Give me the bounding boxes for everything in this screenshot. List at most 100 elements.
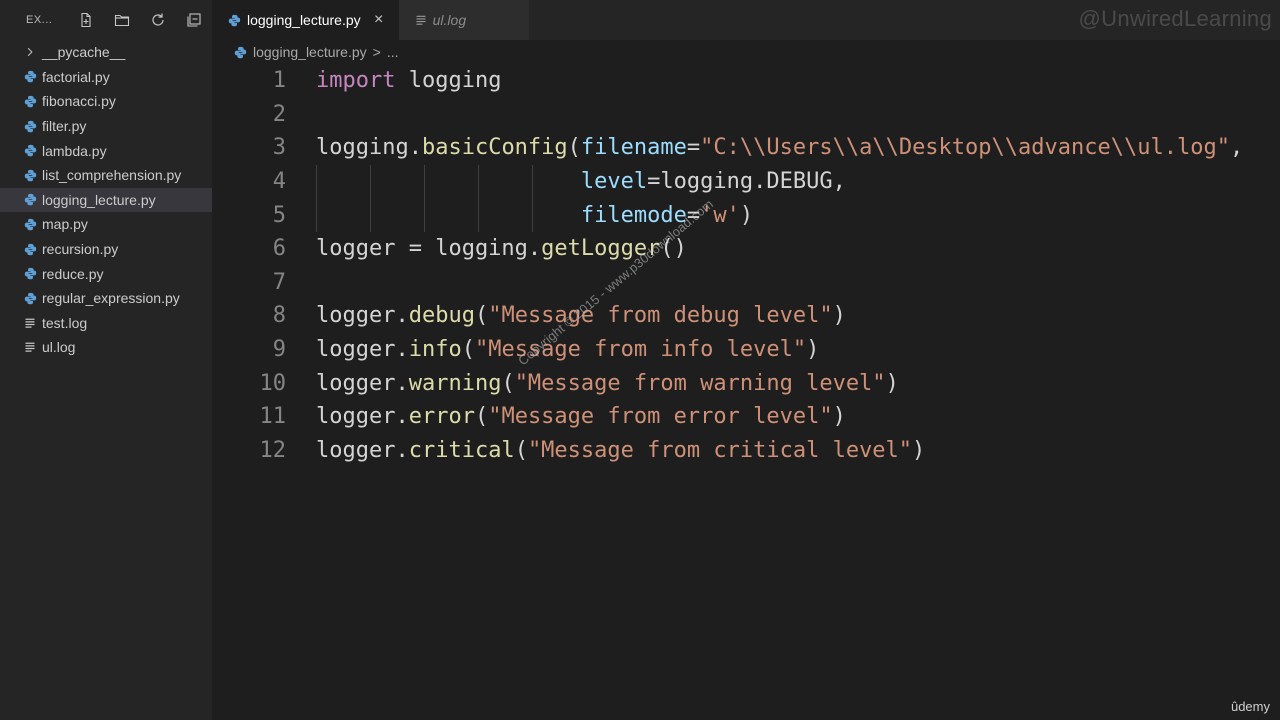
line-number: 6 xyxy=(272,236,286,262)
breadcrumb-separator: > xyxy=(372,44,381,60)
code-token: =logging.DEBUG, xyxy=(647,169,846,195)
code-text: import logging xyxy=(316,68,501,93)
explorer-title: EX... xyxy=(26,14,53,26)
code-token: ( xyxy=(474,404,489,430)
file-tree: __pycache__ factorial.py fibonacci.py filte… xyxy=(0,40,212,360)
code-token: ) xyxy=(885,370,899,396)
line-number: 8 xyxy=(272,303,286,329)
python-file-icon xyxy=(22,94,38,108)
code-token: ) xyxy=(832,303,846,329)
code-line: 10 logger.warning("Message from warning l… xyxy=(212,366,1280,400)
tree-file[interactable]: fibonacci.py xyxy=(0,89,212,114)
line-number: 9 xyxy=(272,337,286,363)
new-file-icon xyxy=(81,12,91,28)
line-number: 4 xyxy=(272,169,286,195)
tree-item-label: regular_expression.py xyxy=(42,290,180,307)
indent-guide xyxy=(370,164,371,199)
code-token: error xyxy=(408,404,475,430)
code-editor[interactable]: 1 import logging 2 3 logging.basicConfig ( fil… xyxy=(212,64,1280,720)
tree-file[interactable]: reduce.py xyxy=(0,261,212,286)
tree-file[interactable]: lambda.py xyxy=(0,138,212,163)
code-token: logger = logging. xyxy=(316,236,542,262)
code-line: 11 logger.error("Message from error level… xyxy=(212,400,1280,434)
code-text: logger.warning("Message from warning lev… xyxy=(316,371,899,396)
explorer-actions xyxy=(68,8,212,32)
code-token: ) xyxy=(832,404,846,430)
code-token: , xyxy=(1229,135,1244,161)
code-token: logger. xyxy=(316,337,409,363)
tab-label: logging_lecture.py xyxy=(247,12,361,28)
indent-guide xyxy=(424,164,425,199)
tree-file[interactable]: list_comprehension.py xyxy=(0,163,212,188)
tree-file[interactable]: factorial.py xyxy=(0,65,212,90)
code-token: basicConfig xyxy=(421,135,568,161)
code-line: 2 xyxy=(212,98,1280,132)
code-token: warning xyxy=(408,370,502,396)
breadcrumb-file[interactable]: logging_lecture.py xyxy=(253,44,367,60)
code-token: info xyxy=(408,337,462,363)
python-file-icon xyxy=(228,14,241,27)
code-line: 6 logger = logging.getLogger() xyxy=(212,232,1280,266)
tree-file[interactable]: regular_expression.py xyxy=(0,286,212,311)
code-text: logger.critical("Message from critical l… xyxy=(316,438,925,463)
tree-file[interactable]: map.py xyxy=(0,212,212,237)
tree-file[interactable]: filter.py xyxy=(0,114,212,139)
tab-logging-lecture[interactable]: logging_lecture.py × xyxy=(212,0,399,40)
tree-file[interactable]: recursion.py xyxy=(0,237,212,262)
tree-item-label: reduce.py xyxy=(42,265,104,282)
indent-guide xyxy=(316,164,317,199)
code-token: ( xyxy=(501,370,515,396)
new-file-button[interactable] xyxy=(68,8,104,32)
code-line: 12 logger.critical("Message from critical… xyxy=(212,434,1280,468)
code-token: ( xyxy=(514,437,528,463)
tree-item-label: lambda.py xyxy=(42,142,107,159)
line-number: 3 xyxy=(272,135,286,161)
code-token: import xyxy=(316,68,396,94)
new-folder-icon xyxy=(114,14,130,27)
code-token: logging xyxy=(395,68,502,94)
tree-item-label: recursion.py xyxy=(42,241,119,258)
code-token: logging. xyxy=(316,135,422,161)
refresh-icon xyxy=(152,13,164,26)
code-line: 1 import logging xyxy=(212,64,1280,98)
tree-file[interactable]: test.log xyxy=(0,311,212,336)
python-file-icon xyxy=(22,119,38,133)
log-file-icon xyxy=(415,14,427,26)
new-folder-button[interactable] xyxy=(104,8,140,32)
tree-file[interactable]: logging_lecture.py xyxy=(0,187,212,213)
tree-folder[interactable]: __pycache__ xyxy=(0,40,212,65)
collapse-all-button[interactable] xyxy=(176,8,212,32)
python-file-icon xyxy=(22,267,38,281)
tree-item-label: map.py xyxy=(42,216,88,233)
code-token: logger. xyxy=(316,370,409,396)
python-file-icon xyxy=(22,144,38,158)
code-token: "Message from critical level" xyxy=(527,437,913,463)
python-file-icon xyxy=(22,168,38,182)
tree-item-label: filter.py xyxy=(42,118,87,135)
breadcrumb-more[interactable]: ... xyxy=(387,44,399,60)
code-token: filemode xyxy=(580,202,687,228)
tree-item-label: __pycache__ xyxy=(42,44,126,61)
python-file-icon xyxy=(234,46,247,59)
tree-file[interactable]: ul.log xyxy=(0,335,212,360)
code-token: "Message from error level" xyxy=(488,404,833,430)
collapse-all-icon xyxy=(187,13,201,27)
tree-item-label: ul.log xyxy=(42,339,76,356)
tab-ul-log[interactable]: ul.log xyxy=(398,0,529,40)
python-file-icon xyxy=(22,291,38,305)
code-token: ( xyxy=(474,303,489,329)
explorer-sidebar: EX... __pycache__ factorial.py fibonacci.p… xyxy=(0,0,212,720)
code-token: logger. xyxy=(316,303,409,329)
code-text: level=logging.DEBUG, xyxy=(316,169,846,194)
tree-item-label: fibonacci.py xyxy=(42,93,116,110)
close-tab-icon[interactable]: × xyxy=(371,11,387,28)
line-number: 5 xyxy=(272,202,286,228)
line-number: 10 xyxy=(259,370,287,396)
indent-guide xyxy=(316,198,317,232)
refresh-button[interactable] xyxy=(140,8,176,32)
line-number: 1 xyxy=(272,68,286,94)
brand-watermark: @UnwiredLearning xyxy=(1078,6,1272,31)
code-token: level xyxy=(580,169,648,195)
tab-label: ul.log xyxy=(432,12,467,28)
